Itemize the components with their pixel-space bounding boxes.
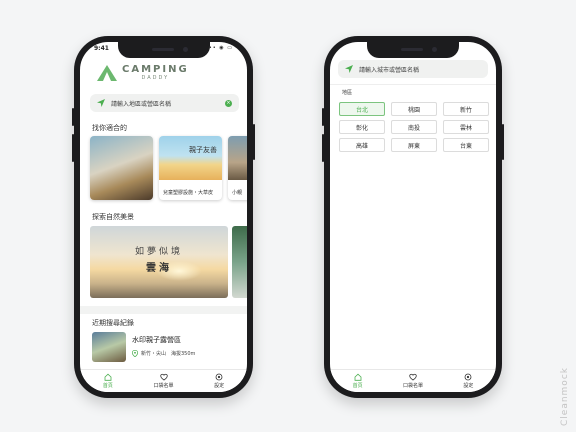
banner-line2: 雲海 xyxy=(146,263,172,274)
notch xyxy=(117,42,210,58)
recent-title[interactable]: 水印親子露營區 xyxy=(132,335,181,345)
region-grid: 台北 桃園 新竹彰化 南投 雲林高雄 屏東 台東 xyxy=(339,102,489,152)
tab-label: 口袋名單 xyxy=(402,383,423,389)
region-option[interactable]: 桃園 xyxy=(391,102,437,116)
tent-logo-icon xyxy=(97,65,117,81)
clear-icon[interactable]: × xyxy=(225,99,232,107)
tab-label: 首頁 xyxy=(352,383,363,389)
banner-sea-of-clouds[interactable]: 如夢似境 雲海 xyxy=(90,226,228,298)
screen-region: 請輸入城市或營區名稱 地區 台北 桃園 新竹彰化 南投 雲林高雄 屏東 台東 首頁 口袋名單… xyxy=(330,42,496,392)
kids-image xyxy=(159,136,222,180)
logo-text: CAMPING xyxy=(122,63,189,75)
heart-icon xyxy=(409,373,417,381)
region-label: 地區 xyxy=(342,90,353,96)
tab-bar: 首頁 口袋名單 設定 xyxy=(330,369,496,392)
notch xyxy=(367,42,459,58)
section-title-recent: 近期搜尋紀錄 xyxy=(92,319,134,327)
tab-label: 設定 xyxy=(214,383,225,389)
card-caption: 小親 xyxy=(232,190,243,196)
gear-icon xyxy=(464,373,472,381)
tent-image xyxy=(90,136,153,200)
region-option[interactable]: 台北 xyxy=(339,102,385,116)
region-option[interactable]: 屏東 xyxy=(391,138,437,152)
recent-meta: 新竹・尖山 海拔350m xyxy=(132,350,195,357)
tab-label: 口袋名單 xyxy=(153,383,174,389)
search-bar[interactable]: 請輸入城市或營區名稱 xyxy=(338,60,488,78)
region-option[interactable]: 彰化 xyxy=(339,120,385,134)
card-tag: 親子友善 xyxy=(189,146,217,154)
home-icon xyxy=(354,373,362,381)
banner-next[interactable] xyxy=(232,226,247,298)
watermark: Cleanmock xyxy=(560,367,570,426)
search-input[interactable]: 請輸入地區或營區名稱 xyxy=(111,99,225,108)
section-title-suited: 找你適合的 xyxy=(92,124,127,132)
search-bar[interactable]: 請輸入地區或營區名稱 × xyxy=(90,94,239,112)
section-title-nature: 探索自然美景 xyxy=(92,213,134,221)
tab-bar: 首頁 口袋名單 設定 xyxy=(80,369,247,392)
app-logo: CAMPING DADDY xyxy=(96,64,189,82)
search-input[interactable]: 請輸入城市或營區名稱 xyxy=(359,65,488,74)
tab-pocket-list[interactable]: 口袋名單 xyxy=(385,370,440,392)
card-third[interactable]: 小親 xyxy=(228,136,247,200)
gear-icon xyxy=(215,373,223,381)
camp-image xyxy=(228,136,247,180)
tab-settings[interactable]: 設定 xyxy=(441,370,496,392)
phone-left: 9:41 ••• ◉ ▭ CAMPING DADDY 請輸入地區或營區名稱 × … xyxy=(72,36,255,398)
banner-line1: 如夢似境 xyxy=(134,247,183,257)
recent-meta-text: 新竹・尖山 海拔350m xyxy=(141,351,196,357)
card-kids[interactable]: 親子友善 兒童塑膠設施・大草皮 xyxy=(159,136,222,200)
section-divider xyxy=(80,306,247,314)
tab-home[interactable]: 首頁 xyxy=(80,370,136,392)
status-time: 9:41 xyxy=(94,45,109,52)
heart-icon xyxy=(159,373,168,381)
card-caption: 兒童塑膠設施・大草皮 xyxy=(163,190,214,196)
region-option[interactable]: 台東 xyxy=(443,138,489,152)
card-tent[interactable] xyxy=(90,136,153,200)
location-arrow-icon xyxy=(345,65,353,73)
location-arrow-icon xyxy=(97,99,105,107)
screen-home: 9:41 ••• ◉ ▭ CAMPING DADDY 請輸入地區或營區名稱 × … xyxy=(80,42,247,392)
tab-label: 首頁 xyxy=(102,383,113,389)
tab-home[interactable]: 首頁 xyxy=(330,370,385,392)
region-option[interactable]: 南投 xyxy=(391,120,437,134)
recent-thumbnail[interactable] xyxy=(92,332,126,362)
tab-pocket-list[interactable]: 口袋名單 xyxy=(136,370,192,392)
region-option[interactable]: 雲林 xyxy=(443,120,489,134)
region-option[interactable]: 新竹 xyxy=(443,102,489,116)
logo-subtext: DADDY xyxy=(141,74,170,81)
tab-label: 設定 xyxy=(463,383,474,389)
region-option[interactable]: 高雄 xyxy=(339,138,385,152)
map-pin-icon xyxy=(132,350,138,357)
phone-right: 請輸入城市或營區名稱 地區 台北 桃園 新竹彰化 南投 雲林高雄 屏東 台東 首頁 口袋名單… xyxy=(322,36,504,398)
home-icon xyxy=(104,373,112,381)
tab-settings[interactable]: 設定 xyxy=(191,370,247,392)
